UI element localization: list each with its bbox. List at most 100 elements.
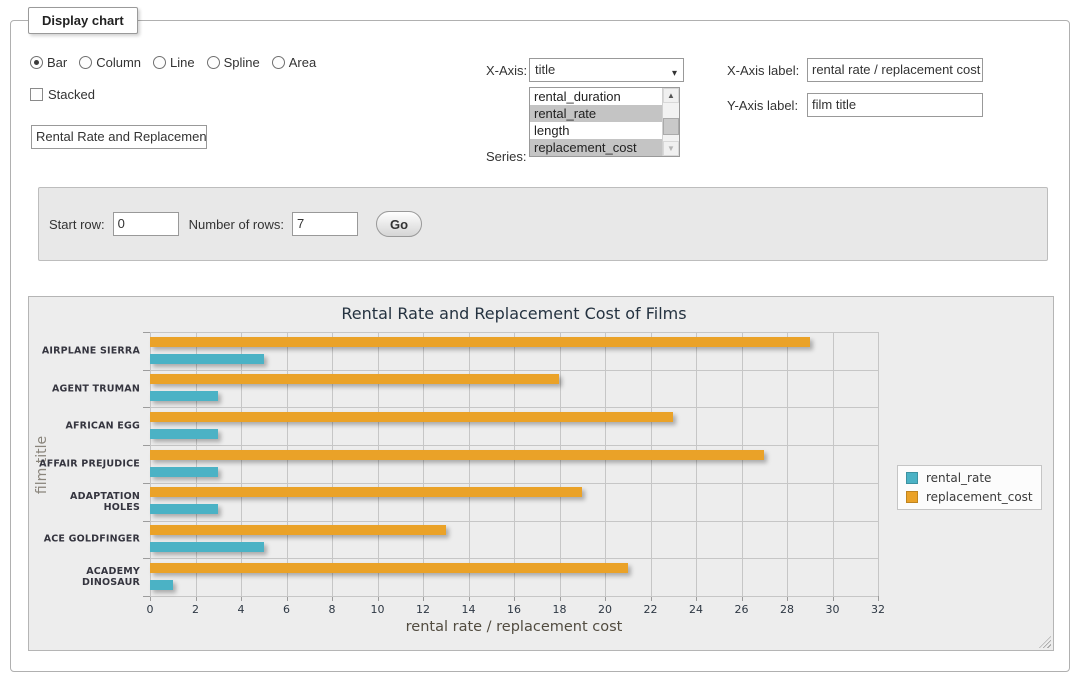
chart-legend: rental_rate replacement_cost <box>897 465 1042 510</box>
series-option-rental_duration[interactable]: rental_duration <box>530 88 662 105</box>
chevron-down-icon: ▾ <box>672 63 677 85</box>
x-tick-label: 22 <box>631 603 671 616</box>
chart-panel: Rental Rate and Replacement Cost of Film… <box>28 296 1054 651</box>
x-axis-selected-value: title <box>535 62 555 77</box>
x-tick-label: 0 <box>130 603 170 616</box>
scroll-down-icon[interactable]: ▼ <box>663 141 679 156</box>
fieldset-legend: Display chart <box>28 7 138 34</box>
gridline-horizontal <box>150 521 878 522</box>
legend-swatch-icon <box>906 472 918 484</box>
y-tick-mark <box>143 407 150 408</box>
resize-handle-icon[interactable] <box>1039 636 1051 648</box>
gridline-vertical <box>742 332 743 596</box>
radio-icon[interactable] <box>30 56 43 69</box>
start-row-input[interactable]: 0 <box>113 212 179 236</box>
gridline-horizontal <box>150 445 878 446</box>
go-button[interactable]: Go <box>376 211 422 237</box>
gridline-vertical <box>287 332 288 596</box>
radio-label: Column <box>96 55 141 70</box>
x-tick-label: 16 <box>494 603 534 616</box>
x-axis-title: rental rate / replacement cost <box>150 619 878 635</box>
x-tick-label: 18 <box>540 603 580 616</box>
bar-rental_rate <box>150 429 218 439</box>
x-tick-label: 12 <box>403 603 443 616</box>
series-option-rental_rate[interactable]: rental_rate <box>530 105 662 122</box>
legend-label: rental_rate <box>926 471 991 485</box>
x-axis-select[interactable]: title ▾ <box>529 58 684 82</box>
series-option-length[interactable]: length <box>530 122 662 139</box>
y-tick-mark <box>143 596 150 597</box>
gridline-vertical <box>150 332 151 596</box>
listbox-scrollbar[interactable]: ▲ ▼ <box>662 88 679 156</box>
category-label: ADAPTATION HOLES <box>35 491 140 513</box>
radio-label: Bar <box>47 55 67 70</box>
x-tick-label: 14 <box>449 603 489 616</box>
x-tick-label: 26 <box>722 603 762 616</box>
stacked-label: Stacked <box>48 87 95 102</box>
chart-type-radio-area[interactable]: Area <box>272 55 316 70</box>
bar-rental_rate <box>150 542 264 552</box>
gridline-vertical <box>560 332 561 596</box>
scroll-up-icon[interactable]: ▲ <box>663 88 679 103</box>
start-row-label: Start row: <box>49 217 105 232</box>
gridline-vertical <box>423 332 424 596</box>
gridline-vertical <box>696 332 697 596</box>
chart-type-radio-spline[interactable]: Spline <box>207 55 260 70</box>
gridline-vertical <box>514 332 515 596</box>
radio-icon[interactable] <box>153 56 166 69</box>
bar-rental_rate <box>150 504 218 514</box>
y-axis-label-input[interactable]: film title <box>807 93 983 117</box>
gridline-vertical <box>605 332 606 596</box>
gridline-vertical <box>651 332 652 596</box>
chart-type-radio-line[interactable]: Line <box>153 55 195 70</box>
category-label: ACE GOLDFINGER <box>35 534 140 545</box>
x-tick-label: 6 <box>267 603 307 616</box>
x-tick-label: 20 <box>585 603 625 616</box>
radio-label: Area <box>289 55 316 70</box>
series-option-replacement_cost[interactable]: replacement_cost <box>530 139 662 156</box>
series-listbox[interactable]: rental_durationrental_ratelengthreplacem… <box>529 87 680 157</box>
category-label: AGENT TRUMAN <box>35 383 140 394</box>
x-tick-label: 2 <box>176 603 216 616</box>
gridline-horizontal <box>150 558 878 559</box>
y-tick-mark <box>143 558 150 559</box>
plot-area: 02468101214161820222426283032AIRPLANE SI… <box>150 332 878 596</box>
bar-rental_rate <box>150 467 218 477</box>
y-tick-mark <box>143 483 150 484</box>
radio-icon[interactable] <box>207 56 220 69</box>
chart-type-radio-group: Bar Column Line Spline Area <box>30 55 316 70</box>
x-tick-label: 4 <box>221 603 261 616</box>
category-label: AIRPLANE SIERRA <box>35 345 140 356</box>
x-tick-label: 8 <box>312 603 352 616</box>
chart-type-radio-bar[interactable]: Bar <box>30 55 67 70</box>
bar-rental_rate <box>150 354 264 364</box>
gridline-vertical <box>833 332 834 596</box>
gridline-vertical <box>787 332 788 596</box>
legend-label: replacement_cost <box>926 490 1033 504</box>
x-tick-label: 32 <box>858 603 898 616</box>
scrollbar-track[interactable] <box>663 103 679 141</box>
display-chart-fieldset: Display chart BarColumnLineSplineArea St… <box>10 20 1070 672</box>
x-axis-label-input[interactable]: rental rate / replacement cost <box>807 58 983 82</box>
chart-type-radio-column[interactable]: Column <box>79 55 141 70</box>
y-tick-mark <box>143 521 150 522</box>
x-tick-label: 30 <box>813 603 853 616</box>
y-tick-mark <box>143 445 150 446</box>
scrollbar-thumb[interactable] <box>663 118 679 135</box>
gridline-horizontal <box>150 483 878 484</box>
stacked-checkbox[interactable] <box>30 88 43 101</box>
bar-rental_rate <box>150 391 218 401</box>
gridline-vertical <box>196 332 197 596</box>
stacked-checkbox-row: Stacked <box>30 87 95 102</box>
radio-icon[interactable] <box>79 56 92 69</box>
radio-icon[interactable] <box>272 56 285 69</box>
gridline-vertical <box>378 332 379 596</box>
num-rows-input[interactable]: 7 <box>292 212 358 236</box>
bar-replacement_cost <box>150 563 628 573</box>
chart-title-input[interactable]: Rental Rate and Replacement Cost of Film… <box>31 125 207 149</box>
y-tick-mark <box>143 370 150 371</box>
y-axis-label-field-label: Y-Axis label: <box>727 98 798 113</box>
gridline-vertical <box>469 332 470 596</box>
bar-replacement_cost <box>150 525 446 535</box>
bar-replacement_cost <box>150 337 810 347</box>
